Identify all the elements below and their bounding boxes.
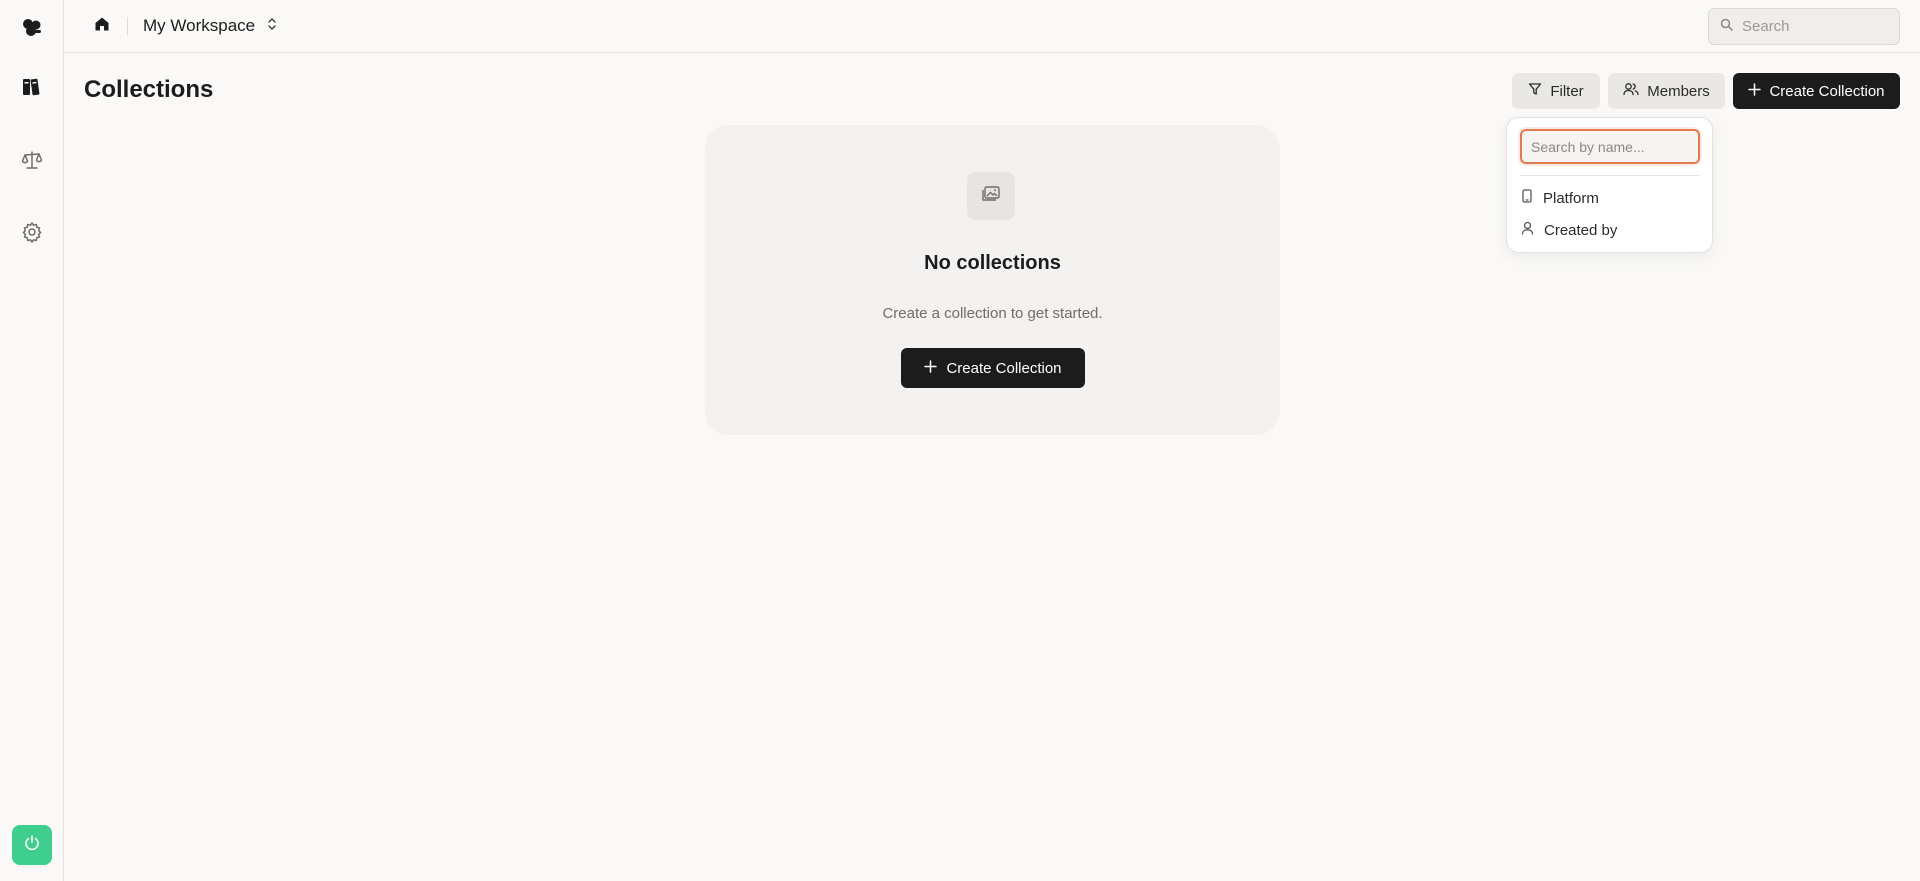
app-logo[interactable] <box>12 8 52 48</box>
filter-button-label: Filter <box>1550 82 1584 100</box>
user-icon <box>1521 221 1534 239</box>
empty-state-subtitle: Create a collection to get started. <box>882 305 1103 322</box>
global-search-input[interactable] <box>1742 18 1892 35</box>
filter-dropdown-divider <box>1520 175 1700 176</box>
create-collection-label: Create Collection <box>1769 82 1885 100</box>
power-icon <box>23 834 41 857</box>
members-button-label: Members <box>1647 82 1710 100</box>
power-button[interactable] <box>12 825 52 865</box>
filter-search-input[interactable] <box>1520 129 1700 164</box>
left-sidebar <box>0 0 64 881</box>
filter-option-label: Created by <box>1544 221 1618 239</box>
home-button[interactable] <box>90 14 114 38</box>
filter-dropdown: Platform Created by <box>1506 117 1713 253</box>
search-icon <box>1720 18 1733 36</box>
home-icon <box>94 16 110 37</box>
global-search[interactable] <box>1708 8 1900 45</box>
phone-icon <box>1521 189 1533 207</box>
page-title: Collections <box>84 76 214 103</box>
workspace-name: My Workspace <box>143 16 256 35</box>
sidebar-item-evaluations[interactable] <box>12 140 52 180</box>
empty-state-card: No collections Create a collection to ge… <box>705 125 1280 435</box>
empty-state-title: No collections <box>924 252 1061 274</box>
filter-icon <box>1528 82 1542 100</box>
plus-icon <box>1748 82 1762 100</box>
library-icon <box>21 76 43 98</box>
top-bar: My Workspace <box>64 0 1920 53</box>
filter-option-platform[interactable]: Platform <box>1513 184 1707 212</box>
create-collection-button[interactable]: Create Collection <box>1733 73 1900 109</box>
plus-icon <box>924 359 938 377</box>
sidebar-item-settings[interactable] <box>12 212 52 252</box>
scale-icon <box>21 149 43 171</box>
filter-option-created-by[interactable]: Created by <box>1513 216 1707 244</box>
users-icon <box>1623 82 1639 100</box>
members-button[interactable]: Members <box>1608 73 1725 109</box>
logo-icon <box>20 16 44 40</box>
filter-option-label: Platform <box>1543 189 1599 207</box>
workspace-switcher[interactable]: My Workspace <box>143 14 277 38</box>
gear-icon <box>21 221 43 243</box>
filter-button[interactable]: Filter <box>1512 73 1600 109</box>
empty-state-icon-box <box>967 172 1015 220</box>
chevron-up-down-icon <box>267 17 277 36</box>
empty-state-create-label: Create Collection <box>946 359 1062 377</box>
app-root: My Workspace Collections <box>0 0 1920 881</box>
images-icon <box>981 185 1001 208</box>
sidebar-item-collections[interactable] <box>12 67 52 107</box>
topbar-divider <box>127 17 128 35</box>
empty-state-create-button[interactable]: Create Collection <box>901 348 1085 388</box>
